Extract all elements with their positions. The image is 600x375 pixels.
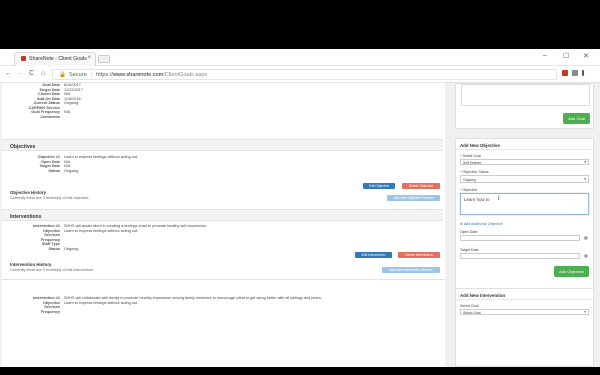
url-host: www.sharenote.com	[112, 72, 164, 78]
interventions-header: Interventions	[2, 209, 443, 221]
chevron-down-icon: ▾	[584, 310, 586, 314]
goal-field-comments: Comments	[40, 114, 60, 119]
add-goal-panel: Add Goal	[455, 83, 594, 129]
intervention-goal-label: Select Goal	[460, 304, 479, 308]
edit-objective-button[interactable]: Edit Objective	[363, 183, 395, 189]
edit-intervention-button[interactable]: Edit Intervention	[355, 252, 392, 258]
extension-icon[interactable]	[572, 70, 578, 76]
favicon-icon	[21, 56, 26, 62]
intervention-goal-dropdown[interactable]: Select Goal ▾	[460, 309, 589, 315]
add-objective-review-button[interactable]: Add New Objective Review	[387, 195, 440, 201]
objective-field: Status Ongoing	[48, 168, 79, 173]
close-window-icon[interactable]: ✕	[583, 52, 589, 60]
plus-icon: ⊕	[460, 222, 464, 226]
forward-icon[interactable]: →	[17, 70, 24, 77]
back-icon[interactable]: ←	[5, 70, 12, 77]
calendar-icon[interactable]: ▦	[584, 253, 589, 258]
select-goal-dropdown[interactable]: Self Esteem ▾	[460, 159, 589, 165]
objective-history-title: Objective History	[10, 190, 47, 195]
chevron-down-icon: ▾	[584, 160, 586, 164]
minimize-icon[interactable]: –	[543, 52, 547, 59]
objective-status-dropdown[interactable]: Ongoing ▾	[460, 175, 589, 183]
menu-icon[interactable]	[582, 70, 584, 76]
browser-tab[interactable]: ShareNote - Client Goals ×	[14, 52, 96, 66]
url-field[interactable]: 🔒 Secure | https://www.sharenote.com/Client…	[52, 69, 557, 80]
home-icon[interactable]: ⌂	[41, 70, 45, 77]
tab-title: ShareNote - Client Goals	[29, 56, 87, 62]
reload-icon[interactable]: C	[29, 70, 34, 77]
open-date-input[interactable]	[460, 235, 580, 241]
add-intervention-header: Add New Intervention	[456, 289, 593, 300]
objectives-header: Objectives	[2, 139, 443, 151]
add-intervention-panel: Add New Intervention Select Goal Select …	[455, 288, 594, 367]
add-goal-button[interactable]: Add Goal	[563, 113, 590, 124]
intervention-history-text: Currently there are 0 review(s) of this …	[10, 268, 95, 272]
add-objective-header: Add New Objective	[456, 139, 593, 150]
chevron-down-icon: ▾	[584, 177, 586, 181]
browser-window: ShareNote - Client Goals × – ☐ ✕ ← → C ⌂…	[0, 49, 600, 367]
add-objective-button[interactable]: Add Objective	[554, 266, 589, 277]
url-separator: |	[90, 72, 93, 78]
target-date-label: Target Date	[460, 248, 479, 252]
intervention-history-title: Intervention History	[10, 262, 52, 267]
delete-objective-button[interactable]: Delete Objective	[402, 183, 440, 189]
objective-label: * Objective	[460, 188, 478, 192]
maximize-icon[interactable]: ☐	[563, 52, 569, 60]
open-date-label: Open Date	[460, 230, 478, 234]
title-bar: ShareNote - Client Goals × – ☐ ✕	[0, 49, 600, 66]
close-tab-icon[interactable]: ×	[87, 55, 91, 61]
screen: ShareNote - Client Goals × – ☐ ✕ ← → C ⌂…	[0, 0, 600, 375]
select-goal-label: * Select Goal	[460, 154, 481, 158]
url-scheme: https://	[96, 72, 113, 78]
lock-icon: 🔒	[59, 72, 66, 78]
add-intervention-review-button[interactable]: Add New Intervention Review	[382, 267, 440, 273]
goal-detail-panel: Goal Date 8/16/2017 Target Date 12/22/2017…	[2, 83, 445, 367]
goal-textarea[interactable]	[461, 84, 590, 106]
new-tab-button[interactable]	[98, 55, 110, 63]
page-content: Goal Date 8/16/2017 Target Date 12/22/2017…	[0, 83, 600, 367]
objective-textarea[interactable]: Learn how to	[460, 193, 589, 215]
objective-status-label: * Objective Status	[460, 170, 489, 174]
intervention-field: Status Ongoing	[48, 246, 79, 251]
delete-intervention-button[interactable]: Delete Intervention	[398, 252, 440, 258]
target-date-input[interactable]	[460, 253, 580, 259]
calendar-icon[interactable]: ▦	[584, 235, 589, 240]
extension-icon[interactable]	[562, 70, 568, 76]
text-cursor-icon: I	[498, 196, 500, 202]
intervention-field: Frequency	[40, 309, 60, 314]
add-additional-objective-link[interactable]: ⊕ Add Additional Objective	[460, 222, 503, 226]
objective-history-text: Currently there are 0 review(s) of this …	[10, 196, 90, 200]
url-path: /ClientGoals.aspx	[163, 72, 208, 78]
url-secure-label: Secure	[68, 72, 87, 78]
divider	[2, 279, 445, 280]
address-bar: ← → C ⌂ 🔒 Secure | https://www.sharenote.co…	[0, 66, 600, 83]
